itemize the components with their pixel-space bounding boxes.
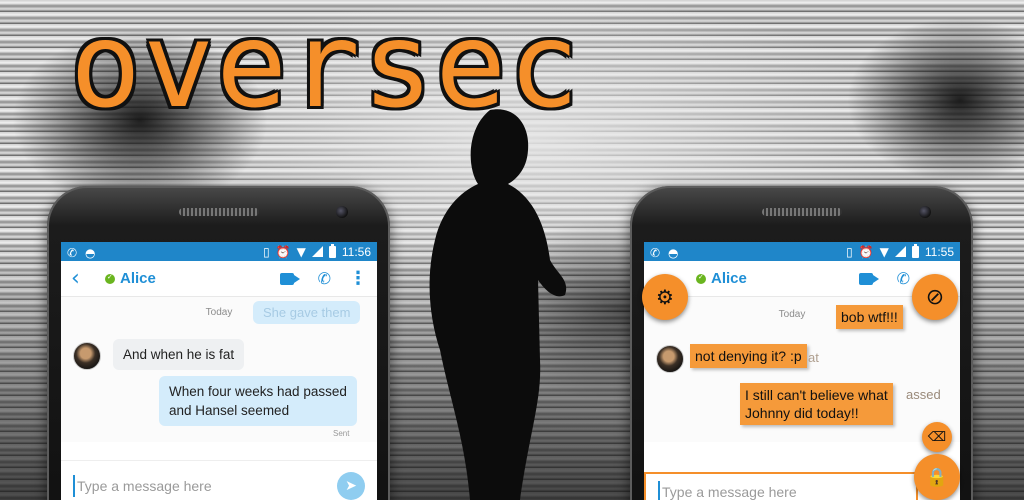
back-arrow-icon[interactable]: ‹ (71, 266, 95, 291)
message-list[interactable]: She gave them Today And when he is fat W… (61, 297, 377, 442)
outgoing-message-line: and Hansel seemed (169, 403, 290, 418)
more-options-icon[interactable]: ⋮ (349, 269, 367, 288)
message-composer: Type a message here (644, 472, 918, 500)
wifi-icon: ▼ (296, 244, 306, 259)
online-status-icon (696, 273, 706, 284)
voice-call-icon[interactable]: ✆ (897, 269, 910, 288)
vibrate-icon: ▯ (846, 244, 853, 259)
video-call-icon[interactable] (858, 272, 879, 285)
vibrate-icon: ▯ (263, 244, 270, 259)
day-separator: Today (205, 307, 233, 318)
wifi-icon: ▼ (879, 244, 889, 259)
right-phone-screen: ✆ ◓ ▯ ⏰ ▼ 11:55 Alice ✆ Today bob wtf!!! (644, 242, 960, 500)
android-icon: ◓ (668, 245, 679, 260)
message-composer: Type a message here ➤ (61, 460, 377, 500)
status-time: 11:56 (341, 244, 371, 259)
speaker-grille (761, 208, 842, 216)
avatar[interactable] (656, 345, 684, 373)
oversec-logo: oversec (70, 0, 582, 134)
skype-notification-icon: ✆ (650, 245, 661, 260)
skype-notification-icon: ✆ (67, 245, 78, 260)
underlying-message: assed (906, 387, 941, 402)
lock-icon[interactable]: 🔒 (914, 454, 960, 500)
front-camera (336, 206, 348, 218)
avatar[interactable] (73, 342, 101, 370)
signal-icon (894, 246, 906, 257)
voice-call-icon[interactable]: ✆ (318, 269, 331, 288)
speaker-grille (178, 208, 259, 216)
incoming-message[interactable]: And when he is fat (113, 339, 245, 370)
status-bar: ✆ ◓ ▯ ⏰ ▼ 11:55 (644, 242, 960, 261)
message-list[interactable]: Today bob wtf!!! not denying it? :p at I… (644, 297, 960, 442)
video-call-icon[interactable] (279, 272, 300, 285)
battery-icon (328, 243, 336, 258)
backspace-icon[interactable]: ⌫ (922, 422, 952, 452)
battery-icon (911, 243, 919, 258)
chat-header: ‹ Alice ✆ ⋮ (61, 261, 377, 297)
alarm-icon: ⏰ (858, 244, 874, 259)
signal-icon (311, 246, 323, 257)
decrypted-message[interactable]: not denying it? :p (690, 344, 807, 368)
sent-status: Sent (333, 429, 350, 438)
alarm-icon: ⏰ (275, 244, 291, 259)
walking-person-silhouette (429, 109, 567, 500)
day-separator: Today (778, 309, 806, 320)
android-icon: ◓ (85, 245, 96, 260)
disable-encryption-icon[interactable]: ⊘ (912, 274, 958, 320)
outgoing-message[interactable]: When four weeks had passed and Hansel se… (159, 376, 357, 426)
decrypted-message[interactable]: I still can't believe what Johnny did to… (740, 383, 893, 425)
contact-name[interactable]: Alice (711, 270, 747, 287)
status-bar: ✆ ◓ ▯ ⏰ ▼ 11:56 (61, 242, 377, 261)
decrypted-message[interactable]: bob wtf!!! (836, 305, 903, 329)
left-phone-screen: ✆ ◓ ▯ ⏰ ▼ 11:56 ‹ Alice ✆ ⋮ She gave (61, 242, 377, 500)
decrypted-message-line: Johnny did today!! (745, 405, 859, 421)
online-status-icon (105, 273, 115, 284)
underlying-message: at (808, 350, 819, 365)
contact-name[interactable]: Alice (120, 270, 156, 287)
front-camera (919, 206, 931, 218)
left-phone: ✆ ◓ ▯ ⏰ ▼ 11:56 ‹ Alice ✆ ⋮ She gave (47, 186, 390, 500)
send-icon[interactable]: ➤ (337, 471, 365, 500)
decrypted-message-line: I still can't believe what (745, 387, 888, 403)
right-phone: ✆ ◓ ▯ ⏰ ▼ 11:55 Alice ✆ Today bob wtf!!! (630, 186, 973, 500)
settings-gear-icon[interactable]: ⚙ (642, 274, 688, 320)
outgoing-message-line: When four weeks had passed (169, 384, 347, 399)
message-input[interactable]: Type a message here (73, 474, 337, 497)
message-input[interactable]: Type a message here (658, 481, 904, 500)
status-time: 11:55 (924, 244, 954, 259)
